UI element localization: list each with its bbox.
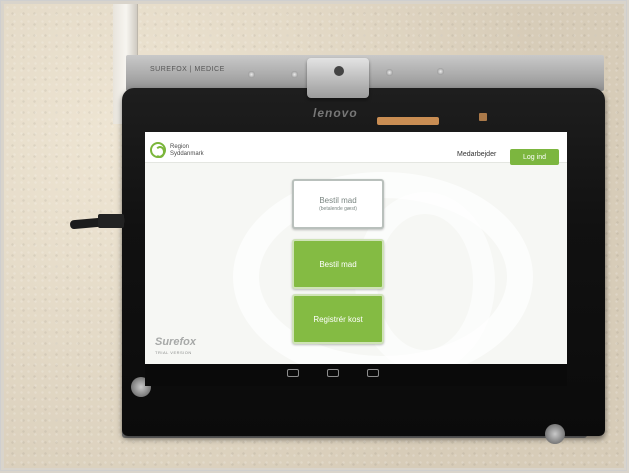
surefox-brand: Surefox [155,336,196,348]
role-label: Medarbejder [457,151,497,158]
trial-note: TRIAL VERSION [155,350,192,355]
mount-screw-icon [386,69,393,76]
register-diet-button[interactable]: Registrér kost [292,294,384,344]
order-food-paying-guest-button[interactable]: Bestil mad (betalende gæst) [292,179,384,229]
clamp-screw-icon [334,66,344,76]
tablet-screen: Region Syddanmark Medarbejder Log ind Be… [145,132,567,364]
organization-name: Region Syddanmark [170,144,204,158]
mount-screw-icon [248,71,255,78]
device-brand: lenovo [313,106,358,120]
back-icon[interactable] [287,369,299,377]
mount-clamp [307,58,369,98]
organization-line1: Region [170,144,190,150]
usb-plug [98,214,124,228]
button-label: Registrér kost [313,314,363,324]
mount-foot [545,424,565,444]
button-label: Bestil mad [319,259,357,269]
mount-label: SUREFOX | MEDICE [150,66,225,73]
organization-line2: Syddanmark [170,151,204,157]
mount-screw-icon [291,71,298,78]
region-logo-icon [150,142,166,158]
button-label: Bestil mad [319,196,357,205]
mount-screw-icon [437,68,444,75]
order-food-button[interactable]: Bestil mad [292,239,384,289]
light-sensor [479,113,487,121]
android-nav-bar [145,364,567,386]
app-header: Region Syddanmark Medarbejder Log ind [145,132,567,165]
camera-sensor [377,117,439,125]
recent-apps-icon[interactable] [367,369,379,377]
home-icon[interactable] [327,369,339,377]
button-sublabel: (betalende gæst) [319,206,357,212]
login-button[interactable]: Log ind [510,149,559,165]
